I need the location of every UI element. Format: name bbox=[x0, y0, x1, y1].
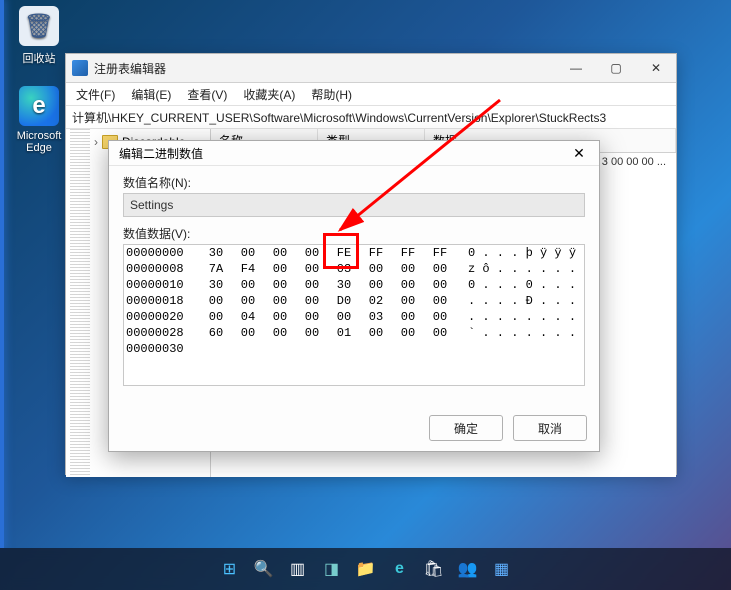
hex-row[interactable]: 000000286000000001000000` . . . . . . . bbox=[124, 325, 584, 341]
dialog-close-button[interactable]: ✕ bbox=[565, 145, 593, 162]
desktop-icon-label: 回收站 bbox=[4, 50, 74, 66]
taskbar-widgets[interactable]: ◨ bbox=[319, 556, 345, 582]
minimize-button[interactable]: — bbox=[556, 54, 596, 82]
hex-row[interactable]: 00000030 bbox=[124, 341, 584, 357]
hex-row[interactable]: 000000200004000000030000. . . . . . . . bbox=[124, 309, 584, 325]
taskbar-taskview[interactable]: ▥ bbox=[285, 556, 311, 582]
taskbar-explorer[interactable]: 📁 bbox=[353, 556, 379, 582]
menu-help[interactable]: 帮助(H) bbox=[303, 84, 360, 105]
address-bar[interactable]: 计算机\HKEY_CURRENT_USER\Software\Microsoft… bbox=[66, 106, 676, 129]
window-title: 注册表编辑器 bbox=[94, 60, 556, 77]
edit-binary-dialog: 编辑二进制数值 ✕ 数值名称(N): Settings 数值数据(V): 000… bbox=[108, 140, 600, 452]
taskbar-regedit[interactable]: ▦ bbox=[489, 556, 515, 582]
dialog-titlebar[interactable]: 编辑二进制数值 ✕ bbox=[109, 141, 599, 166]
taskbar-search[interactable]: 🔍 bbox=[251, 556, 277, 582]
taskbar[interactable]: ⊞ 🔍 ▥ ◨ 📁 e 🛍 👥 ▦ bbox=[0, 548, 731, 590]
cancel-button[interactable]: 取消 bbox=[513, 415, 587, 441]
hex-editor[interactable]: 0000000030000000FEFFFFFF0 . . . þ ÿ ÿ ÿ0… bbox=[123, 244, 585, 386]
desktop-edge[interactable]: e Microsoft Edge bbox=[4, 86, 74, 154]
ok-button[interactable]: 确定 bbox=[429, 415, 503, 441]
close-button[interactable]: ✕ bbox=[636, 54, 676, 82]
hex-row[interactable]: 0000001030000000300000000 . . . 0 . . . bbox=[124, 277, 584, 293]
taskbar-store[interactable]: 🛍 bbox=[421, 556, 447, 582]
maximize-button[interactable]: ▢ bbox=[596, 54, 636, 82]
taskbar-teams[interactable]: 👥 bbox=[455, 556, 481, 582]
desktop-icon-label: Microsoft Edge bbox=[4, 130, 74, 154]
desktop-recycle-bin[interactable]: 🗑 回收站 bbox=[4, 6, 74, 66]
menu-view[interactable]: 查看(V) bbox=[179, 84, 235, 105]
value-name-label: 数值名称(N): bbox=[109, 166, 599, 193]
hex-row[interactable]: 0000000030000000FEFFFFFF0 . . . þ ÿ ÿ ÿ bbox=[124, 245, 584, 261]
value-name-field[interactable]: Settings bbox=[123, 193, 585, 217]
window-titlebar[interactable]: 注册表编辑器 — ▢ ✕ bbox=[66, 54, 676, 83]
menu-edit[interactable]: 编辑(E) bbox=[123, 84, 179, 105]
menubar: 文件(F) 编辑(E) 查看(V) 收藏夹(A) 帮助(H) bbox=[66, 83, 676, 106]
hex-row[interactable]: 000000087AF4000003000000z ô . . . . . . bbox=[124, 261, 584, 277]
edge-icon: e bbox=[19, 86, 59, 126]
taskbar-edge[interactable]: e bbox=[387, 556, 413, 582]
taskbar-start[interactable]: ⊞ bbox=[217, 556, 243, 582]
recycle-bin-icon: 🗑 bbox=[19, 6, 59, 46]
hex-row[interactable]: 0000001800000000D0020000. . . . Ð . . . bbox=[124, 293, 584, 309]
regedit-icon bbox=[72, 60, 88, 76]
value-data-label: 数值数据(V): bbox=[109, 217, 599, 244]
menu-file[interactable]: 文件(F) bbox=[68, 84, 123, 105]
dialog-title: 编辑二进制数值 bbox=[119, 145, 203, 162]
menu-favorites[interactable]: 收藏夹(A) bbox=[235, 84, 303, 105]
